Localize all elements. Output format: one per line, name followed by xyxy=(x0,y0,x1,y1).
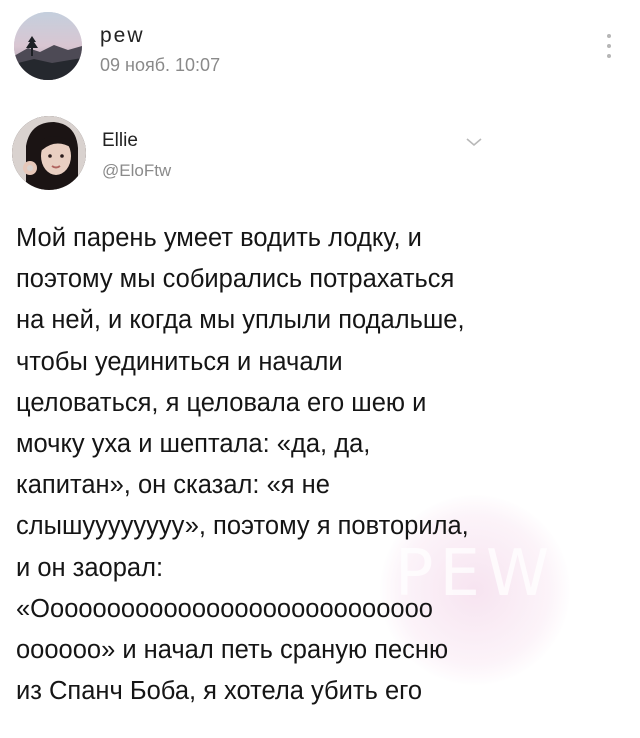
tweet-author-handle[interactable]: @EloFtw xyxy=(102,161,171,181)
tweet-text-line: и он заорал: xyxy=(16,553,164,582)
tweet-author-name[interactable]: Ellie xyxy=(102,130,138,152)
tweet-text-line: слышуууууууу», поэтому я повторила, xyxy=(16,512,469,541)
tweet-text-line: чтобы уединиться и начали xyxy=(16,347,343,376)
tweet-text-line: из Спанч Боба, я хотела убить его xyxy=(16,677,423,706)
vertical-dots-icon[interactable] xyxy=(604,34,614,64)
tweet-text-line: Мой парень умеет водить лодку, и xyxy=(16,224,422,252)
post-author-name[interactable]: pew xyxy=(100,24,145,48)
tweet-text: Мой парень умеет водить лодку, и поэтому… xyxy=(16,218,634,712)
chevron-down-icon[interactable] xyxy=(465,136,483,148)
post-header: pew 09 нояб. 10:07 xyxy=(0,0,640,100)
landscape-avatar-icon xyxy=(14,12,82,80)
tweet-text-line: «Оооооооооооооооооооооооооооо xyxy=(16,594,433,623)
user-photo-avatar-icon xyxy=(12,116,86,190)
tweet-text-line: оооооо» и начал петь сраную песню xyxy=(16,636,449,665)
tweet-author-avatar[interactable] xyxy=(12,116,86,190)
post-timestamp: 09 нояб. 10:07 xyxy=(100,55,221,75)
tweet-text-line: на ней, и когда мы уплыли подальше, xyxy=(16,306,465,335)
tweet-text-line: поэтому мы собирались потрахаться xyxy=(16,265,455,294)
tweet-text-line: мочку уха и шептала: «да, да, xyxy=(16,430,371,459)
embedded-tweet: Ellie @EloFtw PEW Мой парень умеет водит… xyxy=(0,100,640,738)
tweet-text-line: капитан», он сказал: «я не xyxy=(16,471,330,500)
post-author-avatar[interactable] xyxy=(14,12,82,80)
tweet-text-line: целоваться, я целовала его шею и xyxy=(16,388,427,417)
